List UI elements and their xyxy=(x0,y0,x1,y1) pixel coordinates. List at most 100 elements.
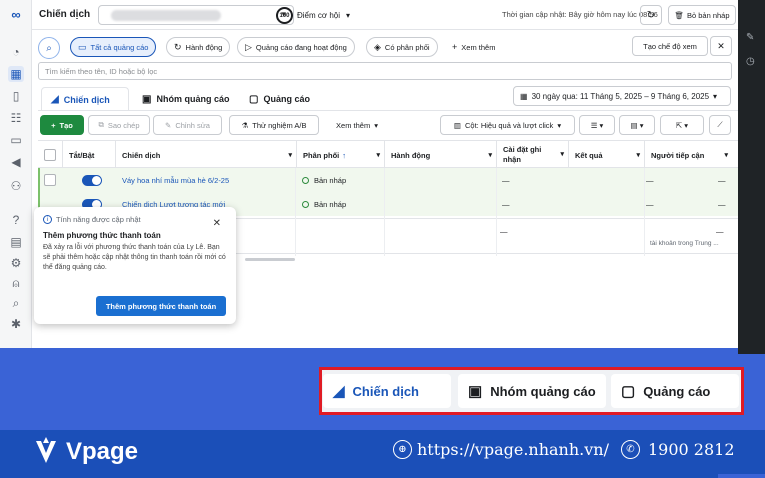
bug-icon[interactable]: ✱ xyxy=(8,316,24,332)
chevron-down-icon: ▾ xyxy=(713,91,718,101)
date-range-picker[interactable]: ▦ 30 ngày qua: 11 Tháng 5, 2025 – 9 Thán… xyxy=(513,86,731,106)
duplicate-button[interactable]: ⧉ Sao chép xyxy=(88,115,150,135)
chart-icon: ⟋ xyxy=(717,120,723,129)
col-toggle[interactable]: Tắt/Bật xyxy=(62,141,115,169)
campaign-name-link[interactable]: Váy hoa nhí mẫu mùa hè 6/2-25 xyxy=(122,168,229,192)
more-filters-button[interactable]: + Xem thêm xyxy=(445,37,502,57)
create-view-button[interactable]: Tạo chế độ xem xyxy=(632,36,708,56)
reach-cell: — xyxy=(718,199,726,209)
col-delivery[interactable]: Phân phối ↑ ▾ xyxy=(296,141,384,169)
create-button[interactable]: + Tạo xyxy=(40,115,84,135)
history-icon[interactable]: ◷ xyxy=(746,56,755,67)
ad-icon: ▢ xyxy=(249,93,259,105)
table-row[interactable]: Váy hoa nhí mẫu mùa hè 6/2-25 Bản nháp —… xyxy=(38,168,738,192)
zoomed-tabs-highlight: ◢ Chiến dịch ▣ Nhóm quảng cáo ▢ Quảng cá… xyxy=(319,367,744,415)
discard-label: Bỏ bản nháp xyxy=(686,10,730,20)
dashboard-icon[interactable]: ◔ xyxy=(8,44,24,60)
edit-button[interactable]: ✎ Chỉnh sửa xyxy=(153,115,222,135)
col-attribution[interactable]: Cài đặt ghi nhận ▾ xyxy=(496,141,568,169)
settings-gear-icon[interactable]: ⚙ xyxy=(8,255,24,271)
more-filters-label: Xem thêm xyxy=(461,42,496,52)
score-label: Điểm cơ hội xyxy=(297,11,341,20)
popup-body: Đã xảy ra lỗi với phương thức thanh toán… xyxy=(43,244,226,271)
col-results[interactable]: Kết quả ▾ xyxy=(568,141,644,169)
zoom-tab-label: Nhóm quảng cáo xyxy=(490,383,596,399)
edit-pencil-icon[interactable]: ✎ xyxy=(746,32,754,43)
chip-label: Hành động xyxy=(185,42,223,52)
select-all-checkbox[interactable] xyxy=(44,149,56,161)
chip-active-ads[interactable]: ▷ Quảng cáo đang hoạt động xyxy=(237,37,355,57)
export-button[interactable]: ⇱ ▾ xyxy=(660,115,704,135)
campaign-icon: ◢ xyxy=(51,94,59,105)
pages-icon[interactable]: ▯ xyxy=(8,88,24,104)
report-icon: ▤ ▾ xyxy=(630,120,644,130)
horizontal-scrollbar[interactable] xyxy=(245,258,295,261)
column-divider xyxy=(644,168,645,256)
notification-bell-icon[interactable]: ⍝ xyxy=(8,275,24,291)
plus-icon: + xyxy=(452,42,458,52)
close-view-button[interactable]: ✕ xyxy=(710,36,732,56)
columns-selector[interactable]: ▥ Cột: Hiệu quả và lượt click ▾ xyxy=(440,115,575,135)
discard-drafts-button[interactable]: 🗑 Bỏ bản nháp xyxy=(668,5,736,25)
chip-label: Tất cả quảng cáo xyxy=(90,42,149,52)
flask-icon: ⚗ xyxy=(241,120,249,130)
col-label: Hành động xyxy=(391,150,431,160)
more-actions-button[interactable]: Xem thêm ▾ xyxy=(326,115,388,135)
edit-pencil-icon: ✎ xyxy=(165,120,172,130)
chip-all-ads[interactable]: ▭ Tất cả quảng cáo xyxy=(70,37,157,57)
account-selector[interactable]: ▾ xyxy=(98,5,294,25)
tab-campaigns[interactable]: ◢ Chiến dịch xyxy=(41,87,129,111)
close-popup-button[interactable]: ✕ xyxy=(213,218,221,229)
copy-icon: ⧉ xyxy=(98,120,104,129)
zoom-tab-ads: ▢ Quảng cáo xyxy=(611,374,739,408)
tab-ad-sets[interactable]: ▣ Nhóm quảng cáo xyxy=(133,87,239,111)
payment-method-popup: i Tính năng được cập nhật ✕ Thêm phương … xyxy=(34,207,236,324)
opportunity-score[interactable]: 100 Điểm cơ hội ▾ xyxy=(276,7,350,24)
col-label: Phân phối xyxy=(303,150,340,160)
chart-button[interactable]: ⟋ xyxy=(709,115,731,135)
website-text: https://vpage.nhanh.vn/ xyxy=(417,440,609,459)
delivery-text: Bản nháp xyxy=(314,199,347,209)
chip-has-delivery[interactable]: ◈ Có phân phối xyxy=(366,37,438,57)
export-icon: ⇱ ▾ xyxy=(675,120,689,130)
people-icon[interactable]: ⚇ xyxy=(8,178,24,194)
page-title: Chiến dịch xyxy=(39,9,91,20)
trash-icon: 🗑 xyxy=(674,10,684,20)
ad-icon: ▢ xyxy=(621,383,636,400)
col-reach[interactable]: Người tiếp cận ▾ xyxy=(644,141,732,169)
campaigns-table-icon[interactable]: ▦ xyxy=(8,66,24,82)
search-icon: ⌕ xyxy=(46,42,52,54)
column-divider xyxy=(384,168,385,256)
col-campaign[interactable]: Chiến dịch ▾ xyxy=(115,141,296,169)
phone-icon: ✆ xyxy=(621,440,640,459)
zoom-tab-ad-sets: ▣ Nhóm quảng cáo xyxy=(458,374,606,408)
edit-label: Chỉnh sửa xyxy=(175,120,210,130)
attribution-cell: — xyxy=(502,175,510,185)
create-label: Tạo xyxy=(59,120,73,130)
breakdown-button[interactable]: ☰ ▾ xyxy=(579,115,615,135)
search-icon[interactable]: ⌕ xyxy=(8,295,24,311)
meta-logo-icon[interactable]: ∞ xyxy=(8,6,24,22)
ab-test-button[interactable]: ⚗ Thử nghiệm A/B xyxy=(229,115,319,135)
chevron-down-icon: ▾ xyxy=(488,152,492,159)
search-toggle-button[interactable]: ⌕ xyxy=(38,37,60,59)
reports-button[interactable]: ▤ ▾ xyxy=(619,115,655,135)
col-actions[interactable]: Hành động ▾ xyxy=(384,141,496,169)
column-divider xyxy=(295,168,296,256)
audience-icon[interactable]: ☷ xyxy=(8,110,24,126)
tab-label: Quảng cáo xyxy=(263,94,310,104)
row-checkbox[interactable] xyxy=(44,174,56,186)
add-payment-method-button[interactable]: Thêm phương thức thanh toán xyxy=(96,296,226,316)
tab-ads[interactable]: ▢ Quảng cáo xyxy=(240,87,334,111)
chevron-down-icon: ▾ xyxy=(560,151,564,158)
footer-corner-accent xyxy=(718,474,765,478)
search-input[interactable]: Tìm kiếm theo tên, ID hoặc bộ lọc xyxy=(38,62,732,80)
tab-label: Chiến dịch xyxy=(63,94,110,105)
help-icon[interactable]: ? xyxy=(8,212,24,228)
billing-icon[interactable]: ▭ xyxy=(8,132,24,148)
campaign-toggle[interactable] xyxy=(82,174,102,186)
refresh-button[interactable]: ↻ xyxy=(640,5,662,25)
megaphone-icon[interactable]: ◀ xyxy=(8,154,24,170)
chip-actions[interactable]: ↻ Hành động xyxy=(166,37,231,57)
report-icon[interactable]: ▤ xyxy=(8,234,24,250)
